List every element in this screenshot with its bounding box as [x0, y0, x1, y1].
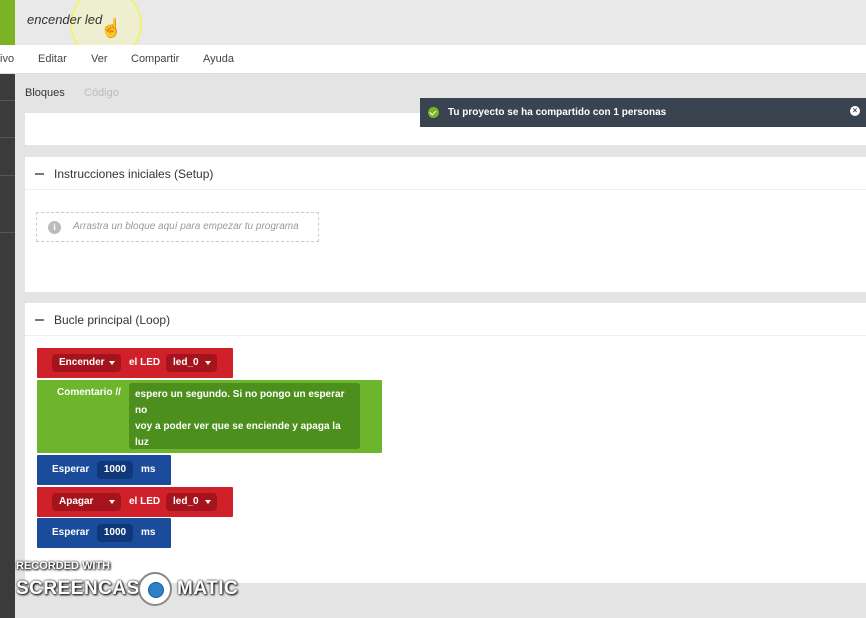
chevron-down-icon	[109, 500, 115, 504]
sidebar-divider	[0, 175, 15, 176]
comment-line: voy a poder ver que se enciende y apaga …	[135, 421, 341, 448]
wait-block[interactable]: Esperar 1000 ms	[37, 518, 171, 548]
dropdown-value: Encender	[59, 357, 105, 368]
block-label: el LED	[129, 357, 161, 368]
menu-ver[interactable]: Ver	[91, 53, 108, 65]
block-label: Esperar	[52, 464, 90, 475]
led-target-dropdown[interactable]: led_0	[166, 354, 217, 372]
chevron-down-icon	[109, 361, 115, 365]
sidebar-divider	[0, 137, 15, 138]
check-circle-icon	[428, 107, 439, 118]
wait-block[interactable]: Esperar 1000 ms	[37, 455, 171, 485]
block-label: Comentario //	[57, 387, 121, 398]
info-icon: i	[48, 221, 61, 234]
collapse-icon[interactable]	[35, 173, 44, 175]
toast-message: Tu proyecto se ha compartido con 1 perso…	[448, 107, 667, 118]
menu-compartir[interactable]: Compartir	[131, 53, 179, 65]
comment-block[interactable]: Comentario // espero un segundo. Si no p…	[37, 380, 382, 496]
setup-header[interactable]: Instrucciones iniciales (Setup)	[25, 157, 866, 190]
watermark-brand-a: SCREENCAST	[16, 578, 152, 599]
dropdown-value: led_0	[173, 357, 199, 368]
unit-label: ms	[141, 527, 156, 538]
close-icon[interactable]: ×	[850, 106, 860, 116]
wait-value-input[interactable]: 1000	[97, 461, 133, 479]
led-action-dropdown[interactable]: Encender	[52, 354, 121, 372]
chevron-down-icon	[205, 361, 211, 365]
hand-cursor-icon: ☝	[100, 18, 123, 38]
screencast-logo-icon	[138, 572, 172, 606]
setup-title: Instrucciones iniciales (Setup)	[54, 167, 214, 181]
wait-value-input[interactable]: 1000	[97, 524, 133, 542]
setup-panel: Instrucciones iniciales (Setup) i Arrast…	[25, 157, 866, 292]
comment-line: espero un segundo. Si no pongo un espera…	[135, 389, 345, 416]
collapse-icon[interactable]	[35, 319, 44, 321]
watermark-recorded: RECORDED WITH	[16, 560, 111, 572]
tab-bloques[interactable]: Bloques	[25, 87, 65, 99]
brand-accent	[0, 0, 15, 45]
chevron-down-icon	[205, 500, 211, 504]
led-off-block[interactable]: Apagar el LED led_0	[37, 487, 233, 517]
menu-editar[interactable]: Editar	[38, 53, 67, 65]
menu-bar: ivo Editar Ver Compartir Ayuda	[0, 45, 866, 74]
share-toast: Tu proyecto se ha compartido con 1 perso…	[420, 98, 866, 127]
loop-title: Bucle principal (Loop)	[54, 313, 171, 327]
drop-hint-text: Arrastra un bloque aquí para empezar tu …	[73, 221, 299, 232]
title-bar: encender led ☝	[15, 0, 866, 60]
led-action-dropdown[interactable]: Apagar	[52, 493, 121, 511]
sidebar-divider	[0, 100, 15, 101]
tab-codigo[interactable]: Código	[84, 87, 119, 99]
dropdown-value: led_0	[173, 496, 199, 507]
comment-text[interactable]: espero un segundo. Si no pongo un espera…	[129, 383, 360, 496]
menu-archivo[interactable]: ivo	[0, 53, 14, 65]
menu-ayuda[interactable]: Ayuda	[203, 53, 234, 65]
block-label: Esperar	[52, 527, 90, 538]
led-target-dropdown[interactable]: led_0	[166, 493, 217, 511]
dropdown-value: Apagar	[59, 496, 94, 507]
block-label: el LED	[129, 496, 161, 507]
loop-header[interactable]: Bucle principal (Loop)	[25, 303, 866, 336]
project-title[interactable]: encender led	[27, 12, 102, 27]
watermark-brand-b: MATIC	[177, 578, 239, 599]
unit-label: ms	[141, 464, 156, 475]
sidebar-divider	[0, 232, 15, 233]
loop-panel: Bucle principal (Loop) Encender el LED l…	[25, 303, 866, 583]
left-sidebar-strip	[0, 0, 15, 618]
drop-zone[interactable]: i Arrastra un bloque aquí para empezar t…	[36, 212, 319, 242]
led-on-block[interactable]: Encender el LED led_0	[37, 348, 233, 378]
